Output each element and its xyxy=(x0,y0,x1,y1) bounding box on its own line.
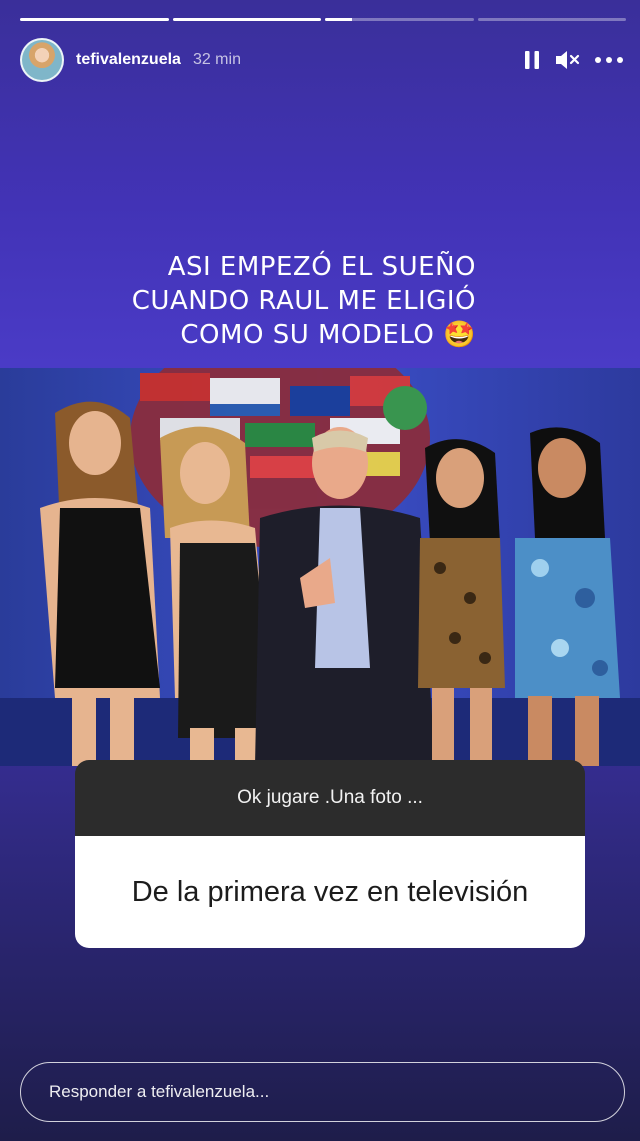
story-caption: ASI EMPEZÓ EL SUEÑO CUANDO RAUL ME ELIGI… xyxy=(80,250,476,352)
pause-button[interactable] xyxy=(524,50,540,70)
progress-segment-fill xyxy=(20,18,169,21)
progress-segment xyxy=(325,18,474,21)
username[interactable]: tefivalenzuela xyxy=(76,51,181,69)
progress-segment-fill xyxy=(325,18,352,21)
pause-icon xyxy=(525,51,539,69)
more-options-icon xyxy=(595,57,623,63)
story-progress-bars xyxy=(20,18,626,21)
progress-segment xyxy=(20,18,169,21)
story-controls xyxy=(524,49,624,71)
caption-line: COMO SU MODELO 🤩 xyxy=(180,320,476,350)
sticker-question: Ok jugare .Una foto ... xyxy=(75,760,585,836)
caption-line: ASI EMPEZÓ EL SUEÑO xyxy=(167,252,476,282)
story-photo xyxy=(0,368,640,766)
volume-muted-icon xyxy=(556,51,580,69)
question-sticker[interactable]: Ok jugare .Una foto ... De la primera ve… xyxy=(75,760,585,948)
progress-segment-fill xyxy=(172,18,321,21)
avatar[interactable] xyxy=(20,38,64,82)
sticker-answer: De la primera vez en televisión xyxy=(75,836,585,948)
story-header: tefivalenzuela 32 min xyxy=(20,38,624,82)
post-time: 32 min xyxy=(192,51,241,68)
mute-button[interactable] xyxy=(554,49,580,71)
more-options-button[interactable] xyxy=(594,56,624,64)
progress-segment xyxy=(477,18,626,21)
progress-segment xyxy=(172,18,321,21)
caption-line: CUANDO RAUL ME ELIGIÓ xyxy=(131,286,476,316)
reply-input[interactable]: Responder a tefivalenzuela... xyxy=(20,1062,625,1122)
